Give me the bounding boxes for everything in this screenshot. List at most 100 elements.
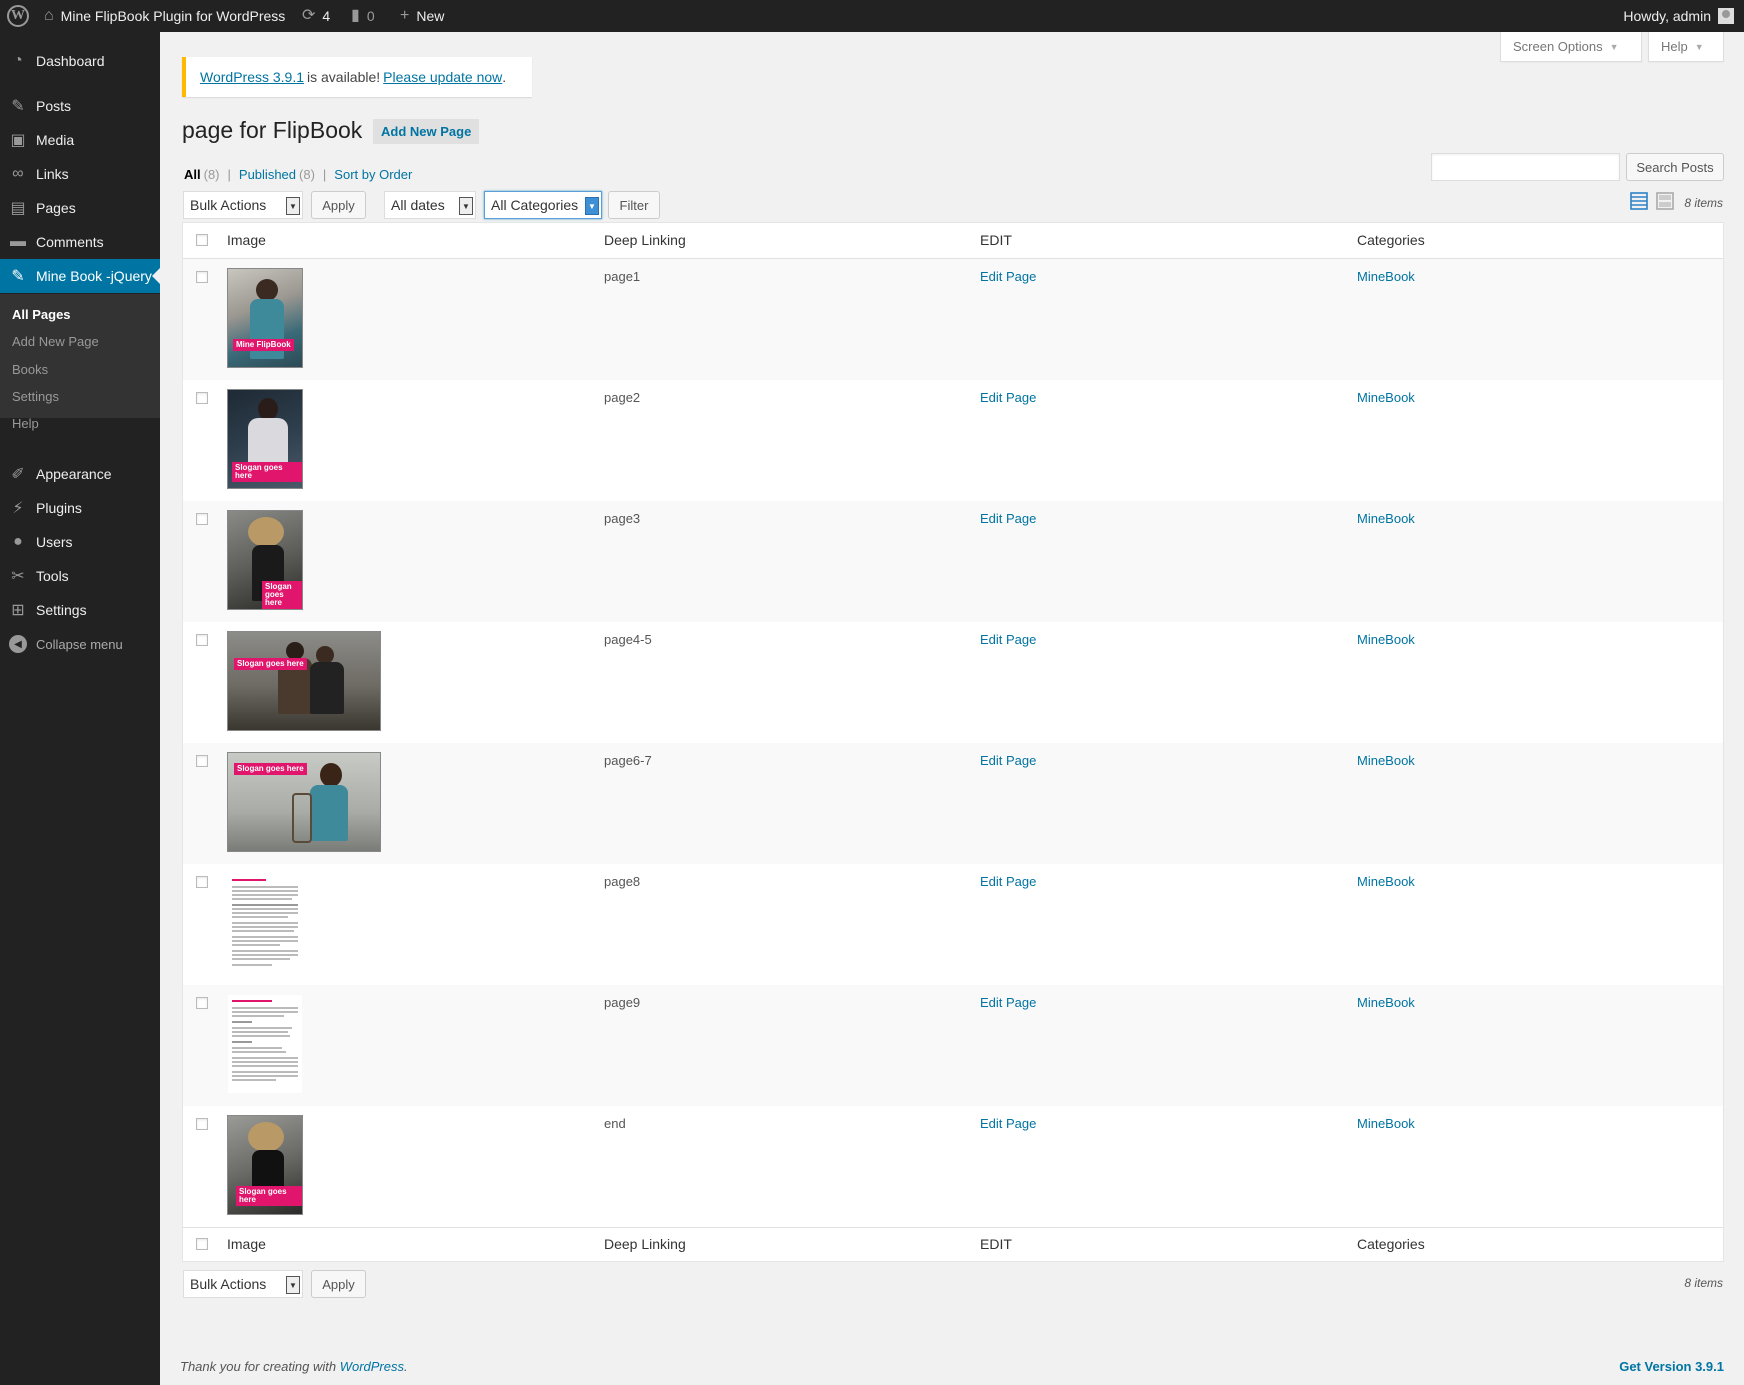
category-filter-select[interactable]: All Categories ▼ <box>484 191 602 219</box>
chevron-down-icon: ▼ <box>1694 41 1704 52</box>
menu-dashboard[interactable]: ◔ Dashboard <box>0 44 160 78</box>
submenu-all-pages[interactable]: All Pages <box>12 307 71 322</box>
column-footer-image[interactable]: Image <box>227 1236 266 1252</box>
edit-page-link[interactable]: Edit Page <box>980 390 1036 405</box>
search-input[interactable] <box>1431 153 1620 181</box>
help-button[interactable]: Help ▼ <box>1648 32 1724 62</box>
deep-linking-value: page1 <box>604 269 641 284</box>
menu-comments[interactable]: ▬ Comments <box>0 225 160 259</box>
page-thumbnail[interactable]: Slogan goes here <box>227 389 303 489</box>
submenu-settings[interactable]: Settings <box>12 389 59 404</box>
edit-page-link[interactable]: Edit Page <box>980 269 1036 284</box>
get-version-link[interactable]: Get Version 3.9.1 <box>1619 1359 1724 1374</box>
account-menu[interactable]: Howdy, admin <box>1623 0 1734 32</box>
edit-page-link[interactable]: Edit Page <box>980 511 1036 526</box>
collapse-label: Collapse menu <box>36 636 123 652</box>
column-footer-deep-linking[interactable]: Deep Linking <box>604 1236 686 1252</box>
submenu-books[interactable]: Books <box>12 362 48 377</box>
column-header-categories[interactable]: Categories <box>1357 232 1425 248</box>
page-thumbnail[interactable]: Slogan goes here <box>227 631 381 731</box>
row-checkbox[interactable] <box>196 755 208 767</box>
excerpt-view-icon[interactable] <box>1656 192 1674 210</box>
row-checkbox[interactable] <box>196 271 208 283</box>
category-link[interactable]: MineBook <box>1357 753 1415 768</box>
table-row: Mine FlipBook page1 Edit Page MineBook <box>183 259 1723 380</box>
edit-page-link[interactable]: Edit Page <box>980 874 1036 889</box>
deep-linking-value: page4-5 <box>604 632 652 647</box>
category-link[interactable]: MineBook <box>1357 995 1415 1010</box>
row-checkbox[interactable] <box>196 1118 208 1130</box>
wrench-icon: ✂ <box>11 568 25 585</box>
menu-links[interactable]: ∞ Links <box>0 157 160 191</box>
comment-bubble-icon: ▮ <box>351 7 360 24</box>
column-header-deep-linking[interactable]: Deep Linking <box>604 232 686 248</box>
menu-appearance[interactable]: ✐ Appearance <box>0 457 160 491</box>
page-thumbnail[interactable]: Mine FlipBook <box>227 268 303 368</box>
bulk-actions-select-bottom[interactable]: Bulk Actions ▼ <box>183 1270 303 1298</box>
deep-linking-value: end <box>604 1116 626 1131</box>
page-thumbnail[interactable]: Slogan goes here <box>227 510 303 610</box>
view-published-link[interactable]: Published (8) <box>239 167 315 182</box>
apply-button-bottom[interactable]: Apply <box>311 1270 366 1298</box>
category-link[interactable]: MineBook <box>1357 269 1415 284</box>
edit-page-link[interactable]: Edit Page <box>980 753 1036 768</box>
new-content-link[interactable]: + New <box>400 0 444 32</box>
page-thumbnail[interactable]: Slogan goes here <box>227 1115 303 1215</box>
update-now-link[interactable]: Please update now <box>383 69 502 85</box>
menu-posts[interactable]: ✎ Posts <box>0 89 160 123</box>
comments-link[interactable]: ▮ 0 <box>351 0 375 32</box>
menu-mine-book[interactable]: ✎ Mine Book -jQuery <box>0 259 160 293</box>
wordpress-link[interactable]: WordPress <box>340 1359 404 1374</box>
column-header-edit[interactable]: EDIT <box>980 232 1012 248</box>
page-thumbnail[interactable] <box>227 994 303 1094</box>
date-filter-select[interactable]: All dates ▼ <box>384 191 476 219</box>
list-view-icon[interactable] <box>1630 192 1648 210</box>
menu-pages[interactable]: ▤ Pages <box>0 191 160 225</box>
category-link[interactable]: MineBook <box>1357 874 1415 889</box>
view-all-link[interactable]: All (8) <box>184 167 220 182</box>
search-posts-button[interactable]: Search Posts <box>1626 153 1724 181</box>
category-link[interactable]: MineBook <box>1357 390 1415 405</box>
submenu-add-new-page[interactable]: Add New Page <box>12 334 99 349</box>
column-footer-edit[interactable]: EDIT <box>980 1236 1012 1252</box>
divider: | <box>322 167 327 182</box>
edit-page-link[interactable]: Edit Page <box>980 995 1036 1010</box>
column-header-image[interactable]: Image <box>227 232 266 248</box>
bulk-actions-value: Bulk Actions <box>190 1276 267 1292</box>
pages-icon: ▤ <box>10 200 26 217</box>
submenu-help[interactable]: Help <box>12 416 39 431</box>
updates-link[interactable]: ⟳ 4 <box>302 0 330 32</box>
menu-plugins[interactable]: ⚡ Plugins <box>0 491 160 525</box>
category-link[interactable]: MineBook <box>1357 511 1415 526</box>
chevron-down-icon: ▼ <box>1609 41 1619 52</box>
collapse-menu[interactable]: ◀ Collapse menu <box>0 635 123 653</box>
page-thumbnail[interactable] <box>227 873 303 973</box>
wordpress-version-link[interactable]: WordPress 3.9.1 <box>200 69 304 85</box>
site-name-link[interactable]: ⌂ Mine FlipBook Plugin for WordPress <box>44 0 285 32</box>
category-link[interactable]: MineBook <box>1357 1116 1415 1131</box>
bulk-actions-select[interactable]: Bulk Actions ▼ <box>183 191 303 219</box>
edit-page-link[interactable]: Edit Page <box>980 632 1036 647</box>
row-checkbox[interactable] <box>196 392 208 404</box>
edit-page-link[interactable]: Edit Page <box>980 1116 1036 1131</box>
sort-by-order-link[interactable]: Sort by Order <box>334 167 412 182</box>
add-new-page-button[interactable]: Add New Page <box>373 119 480 144</box>
wordpress-logo-icon[interactable]: W <box>7 5 29 27</box>
select-all-checkbox-bottom[interactable] <box>196 1238 208 1250</box>
screen-options-button[interactable]: Screen Options ▼ <box>1500 32 1642 62</box>
select-all-checkbox[interactable] <box>196 234 208 246</box>
filter-button[interactable]: Filter <box>608 191 660 219</box>
menu-media[interactable]: ▣ Media <box>0 123 160 157</box>
category-link[interactable]: MineBook <box>1357 632 1415 647</box>
page-thumbnail[interactable]: Slogan goes here <box>227 752 381 852</box>
apply-button[interactable]: Apply <box>311 191 366 219</box>
menu-tools[interactable]: ✂ Tools <box>0 559 160 593</box>
row-checkbox[interactable] <box>196 876 208 888</box>
row-checkbox[interactable] <box>196 997 208 1009</box>
table-row: Slogan goes here end Edit Page MineBook <box>183 1106 1723 1227</box>
menu-settings[interactable]: ⊞ Settings <box>0 593 160 627</box>
column-footer-categories[interactable]: Categories <box>1357 1236 1425 1252</box>
menu-users[interactable]: ● Users <box>0 525 160 559</box>
row-checkbox[interactable] <box>196 634 208 646</box>
row-checkbox[interactable] <box>196 513 208 525</box>
